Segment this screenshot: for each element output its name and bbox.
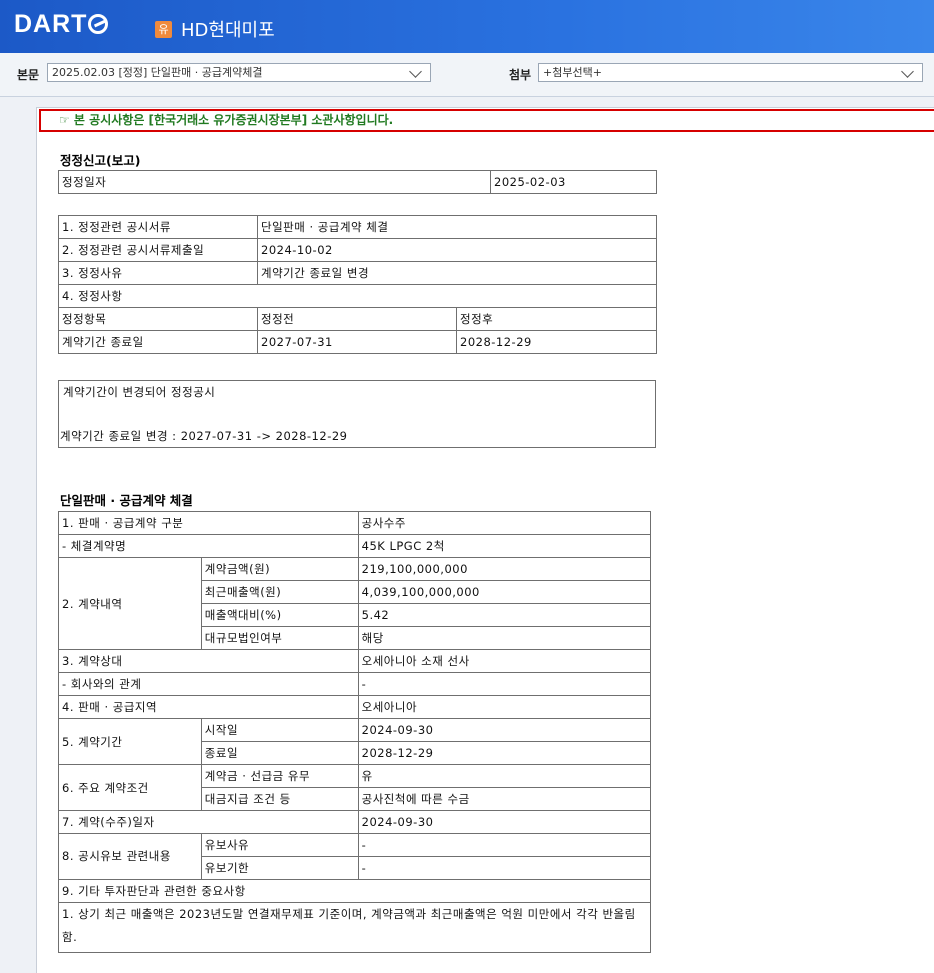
table-row-label: 2. 정정관련 공시서류제출일 (58, 238, 258, 262)
correction-details-table: 1. 정정관련 공시서류 단일판매 · 공급계약 체결 2. 정정관련 공시서류… (58, 215, 657, 354)
column-header: 정정항목 (58, 307, 258, 331)
chevron-down-icon (901, 65, 914, 78)
correction-note-line2: 계약기간 종료일 변경 : 2027-07-31 -> 2028-12-29 (60, 429, 348, 443)
correction-date-table: 정정일자 2025-02-03 (58, 170, 657, 194)
contract-table: 1. 판매 · 공급계약 구분 공사수주 - 체결계약명 45K LPGC 2척… (58, 511, 652, 953)
table-row-label: 계약금액(원) (200, 557, 359, 581)
attachment-label: 첨부 (509, 68, 532, 82)
correction-note-line1: 계약기간이 변경되어 정정공시 (63, 385, 216, 399)
table-row-label: 4. 판매 · 공급지역 (58, 695, 359, 719)
table-row-value: 공사진척에 따른 수금 (357, 787, 652, 811)
table-row-value: 해당 (357, 626, 652, 650)
table-row-label: 6. 주요 계약조건 (58, 764, 202, 811)
table-row-label: 9. 기타 투자판단과 관련한 중요사항 (58, 879, 651, 903)
table-row-value: 단일판매 · 공급계약 체결 (257, 215, 657, 239)
table-row-label: - 회사와의 관계 (58, 672, 359, 696)
table-row-value: 5.42 (357, 603, 652, 627)
table-row-value: 2024-09-30 (357, 810, 652, 834)
table-row-value: 2028-12-29 (357, 741, 652, 765)
jurisdiction-notice: ☞ 본 공시사항은 [한국거래소 유가증권시장본부] 소관사항입니다. (39, 109, 934, 132)
table-row-value: - (357, 833, 652, 857)
table-row-value: - (357, 672, 652, 696)
table-row-value: 2024-09-30 (357, 718, 652, 742)
table-row-value: 45K LPGC 2척 (357, 534, 652, 558)
correction-item: 계약기간 종료일 (58, 330, 258, 354)
dart-logo[interactable]: DART (14, 10, 109, 39)
correction-date-value: 2025-02-03 (490, 170, 657, 194)
table-row-value: 219,100,000,000 (357, 557, 652, 581)
table-row-label: 1. 판매 · 공급계약 구분 (58, 511, 359, 535)
correction-items-label: 4. 정정사항 (58, 284, 657, 308)
table-row-label: 3. 계약상대 (58, 649, 359, 673)
column-header: 정정후 (456, 307, 657, 331)
table-row-label: 5. 계약기간 (58, 718, 202, 765)
table-row-value: - (357, 856, 652, 880)
correction-note-box: 계약기간이 변경되어 정정공시 계약기간 종료일 변경 : 2027-07-31… (58, 380, 656, 448)
table-row-label: 계약금 · 선급금 유무 (200, 764, 359, 788)
table-row-value: 오세아니아 소재 선사 (357, 649, 652, 673)
correction-date-label: 정정일자 (58, 170, 491, 194)
table-row-value: 계약기간 종료일 변경 (257, 261, 657, 285)
table-row-value: 오세아니아 (357, 695, 652, 719)
table-row-label: 7. 계약(수주)일자 (58, 810, 359, 834)
document-body: ☞ 본 공시사항은 [한국거래소 유가증권시장본부] 소관사항입니다. 정정신고… (36, 107, 934, 973)
table-row-label: 1. 정정관련 공시서류 (58, 215, 258, 239)
table-row-label: 시작일 (200, 718, 359, 742)
main-doc-label: 본문 (17, 68, 40, 82)
attachment-select[interactable]: +첨부선택+ (538, 63, 923, 82)
table-row-label: - 체결계약명 (58, 534, 359, 558)
document-selector-bar: 본문 2025.02.03 [정정] 단일판매 · 공급계약체결 첨부 +첨부선… (0, 53, 934, 97)
table-row-label: 3. 정정사유 (58, 261, 258, 285)
correction-before: 2027-07-31 (257, 330, 457, 354)
chevron-down-icon (409, 65, 422, 78)
logo-ring-icon (88, 14, 109, 34)
table-row-value: 유 (357, 764, 652, 788)
company-name: HD현대미포 (181, 20, 275, 41)
correction-after: 2028-12-29 (456, 330, 657, 354)
column-header: 정정전 (257, 307, 457, 331)
table-row-label: 8. 공시유보 관련내용 (58, 833, 202, 880)
table-row-value: 공사수주 (357, 511, 652, 535)
table-row-value: 2024-10-02 (257, 238, 657, 262)
correction-title: 정정신고(보고) (60, 153, 141, 168)
contract-title: 단일판매 · 공급계약 체결 (60, 493, 193, 508)
table-row-label: 매출액대비(%) (200, 603, 359, 627)
table-row-label: 대금지급 조건 등 (200, 787, 359, 811)
table-row-label: 유보사유 (200, 833, 359, 857)
table-row-label: 유보기한 (200, 856, 359, 880)
table-row-value: 4,039,100,000,000 (357, 580, 652, 604)
other-matters-text: 1. 상기 최근 매출액은 2023년도말 연결재무제표 기준이며, 계약금액과… (58, 902, 651, 953)
top-bar: DART 유 HD현대미포 (0, 0, 934, 53)
table-row-label: 대규모법인여부 (200, 626, 359, 650)
market-badge: 유 (155, 21, 172, 38)
table-row-label: 2. 계약내역 (58, 557, 202, 650)
table-row-label: 종료일 (200, 741, 359, 765)
main-doc-select[interactable]: 2025.02.03 [정정] 단일판매 · 공급계약체결 (47, 63, 431, 82)
table-row-label: 최근매출액(원) (200, 580, 359, 604)
